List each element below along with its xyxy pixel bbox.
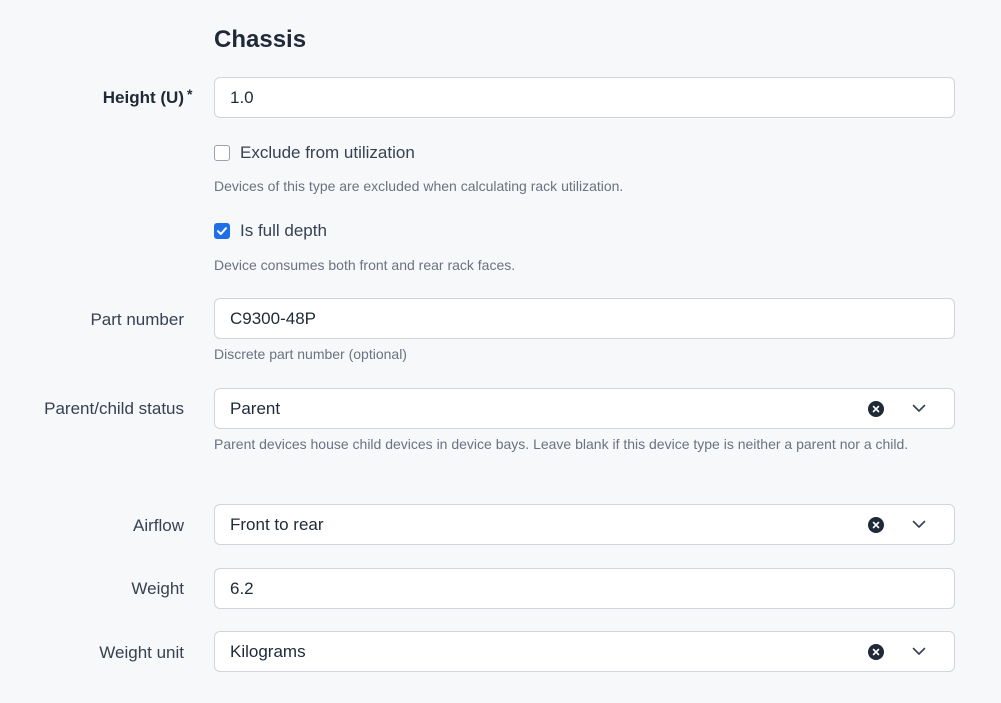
weight-value: 6.2 [230,578,254,598]
chevron-down-icon[interactable] [911,401,927,417]
exclude-utilization-help: Devices of this type are excluded when c… [214,178,624,194]
part-number-label: Part number [90,310,184,329]
weight-unit-label: Weight unit [99,643,184,662]
full-depth-checkbox[interactable] [214,223,230,239]
full-depth-label: Is full depth [240,221,327,240]
weight-unit-select[interactable]: Kilograms [214,631,955,672]
part-number-input[interactable]: C9300-48P [214,298,955,339]
weight-unit-value: Kilograms [230,641,306,661]
check-icon [217,227,227,235]
chevron-down-icon[interactable] [911,517,927,533]
weight-input[interactable]: 6.2 [214,568,955,609]
exclude-utilization-checkbox-row[interactable]: Exclude from utilization [214,143,415,163]
chassis-form: Chassis Height (U) * 1.0 Exclude from ut… [0,0,1001,703]
parent-child-status-help: Parent devices house child devices in de… [214,436,909,452]
airflow-select[interactable]: Front to rear [214,504,955,545]
chevron-down-icon[interactable] [911,644,927,660]
height-input[interactable]: 1.0 [214,77,955,118]
part-number-help: Discrete part number (optional) [214,346,407,362]
x-circle-icon[interactable] [868,643,884,660]
part-number-value: C9300-48P [230,308,317,328]
x-circle-icon[interactable] [868,400,884,417]
required-indicator: * [187,86,193,102]
parent-child-status-label: Parent/child status [44,399,184,418]
x-circle-icon[interactable] [868,516,884,533]
weight-label: Weight [131,579,184,598]
height-label: Height (U) [102,88,184,107]
exclude-utilization-label: Exclude from utilization [240,143,415,162]
full-depth-checkbox-row[interactable]: Is full depth [214,221,327,241]
airflow-value: Front to rear [230,514,324,534]
airflow-label: Airflow [132,516,184,535]
parent-child-status-select[interactable]: Parent [214,388,955,429]
section-title: Chassis [214,26,307,53]
exclude-utilization-checkbox[interactable] [214,145,230,161]
full-depth-help: Device consumes both front and rear rack… [214,257,516,273]
parent-child-status-value: Parent [230,398,281,418]
height-value: 1.0 [230,87,254,107]
